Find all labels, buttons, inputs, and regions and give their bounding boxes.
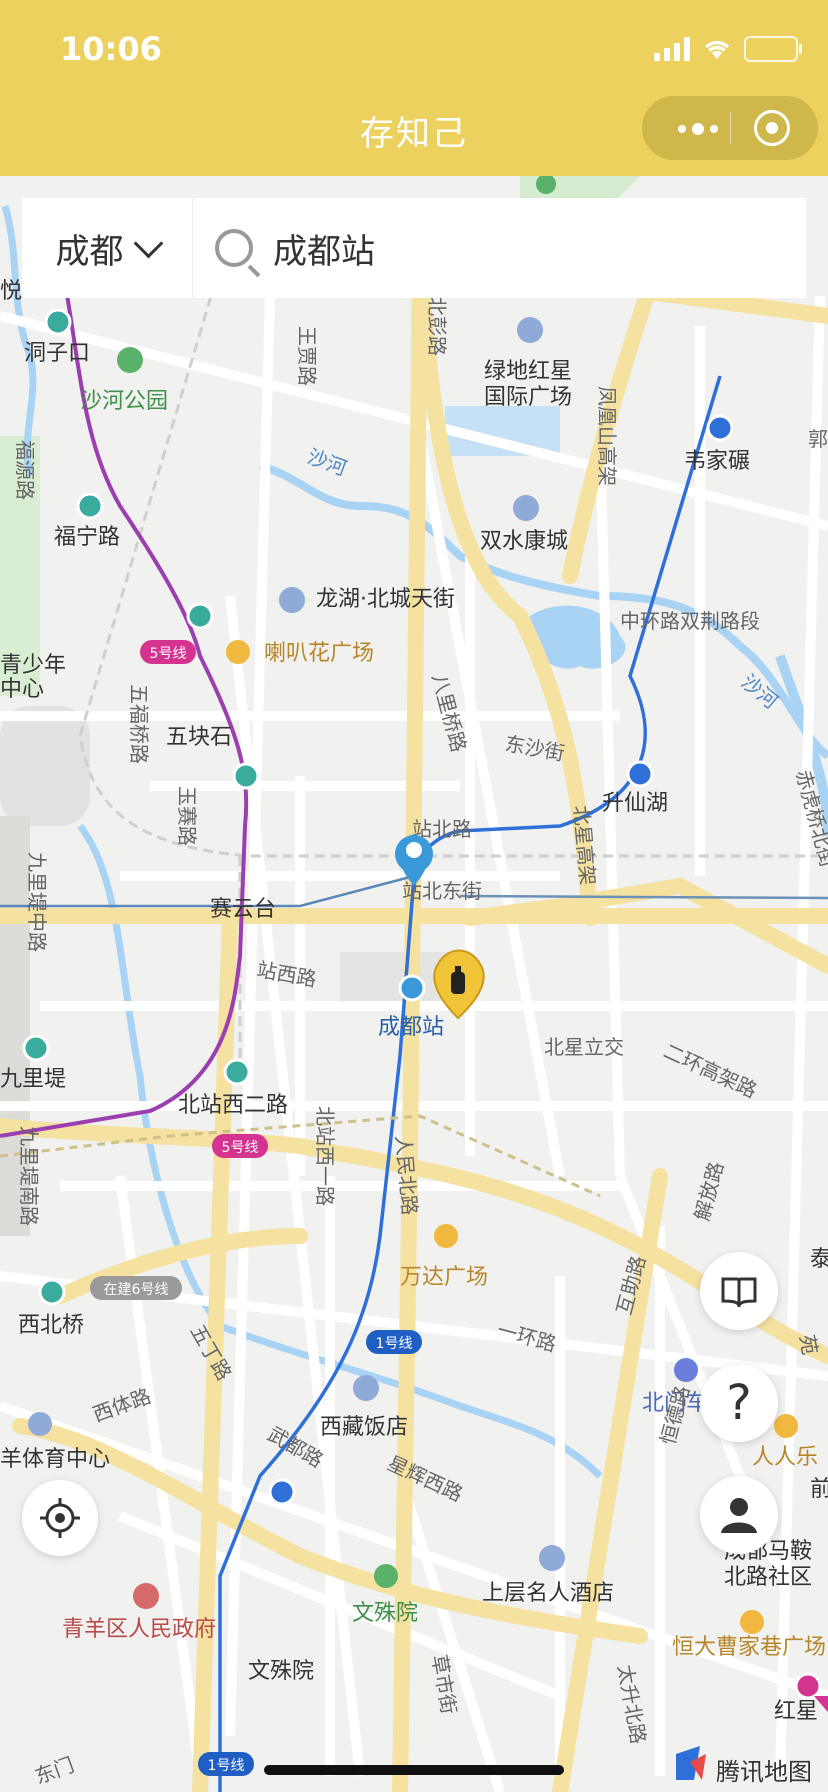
map-label: 五福桥路 [127,684,151,764]
map-label: 王贾路 [295,326,319,386]
capsule-divider [730,112,731,144]
search-bar: 成都 成都站 [22,198,806,298]
map-label: 青羊区人民政府 [62,1617,216,1642]
map-label: 苑 [795,1333,822,1357]
map-label: 洞子口 [24,341,90,366]
map-label: 北站西一路 [313,1106,337,1206]
map-label: 万达广场 [400,1265,488,1290]
map-label: 五块石 [166,725,232,750]
map-label: 文殊院 [248,1659,314,1684]
map-label: 九里堤南路 [17,1126,41,1226]
map-label: 中环路双荆路段 [620,609,760,633]
badge-1-bottom: 1号线 [208,1758,245,1774]
question-icon: ? [726,1375,752,1431]
badge-6: 在建6号线 [104,1282,169,1298]
status-time: 10:06 [60,30,162,68]
badge-5-bottom: 5号线 [222,1140,259,1156]
map-label: 北星立交 [544,1035,624,1059]
map-label: 泰 [810,1247,828,1272]
map-label: 升仙湖 [602,791,668,816]
manual-button[interactable] [700,1252,778,1330]
map-label: 西北桥 [18,1313,84,1338]
map-label: 文殊院 [352,1601,418,1626]
home-indicator[interactable] [264,1765,564,1775]
map-label-chengdu-station: 成都站 [378,1015,444,1040]
map-label: 红星 [774,1699,818,1724]
map-label: 郭 [808,427,828,451]
map-label: 九里堤中路 [25,852,49,952]
map-label: 悦 [0,279,22,304]
map-label: 绿地红星 [484,359,572,384]
map-label: 人人乐 [752,1445,818,1470]
map-label: 沙河公园 [80,389,168,414]
mini-program-capsule [642,96,818,160]
search-query: 成都站 [273,231,375,272]
map-label: 赛云台 [210,897,276,922]
map-label: 凤凰山高架 [595,386,619,486]
book-icon [721,1277,757,1307]
map-label: 前 [810,1477,828,1502]
badge-1-mid: 1号线 [376,1336,413,1352]
help-button[interactable]: ? [700,1364,778,1442]
search-input[interactable]: 成都站 [193,198,806,298]
nav-bar: 10:06 存知己 [0,0,828,176]
search-icon [215,229,253,267]
close-target-icon[interactable] [754,110,790,146]
map-label: 福宁路 [54,525,120,550]
badge-5-top: 5号线 [150,646,187,662]
locate-button[interactable] [22,1480,98,1556]
map-attribution: 腾讯地图 [716,1758,812,1786]
map-label: 玉赛路 [175,786,199,846]
city-label: 成都 [55,231,124,272]
map-label: 北路社区 [724,1565,812,1590]
map-label: 九里堤 [0,1067,66,1092]
battery-icon [744,36,802,62]
more-icon[interactable] [678,123,718,135]
map-label: 青少年 [0,653,66,678]
map-label: 羊体育中心 [0,1447,110,1472]
map-label: 恒大曹家巷广场 [672,1635,826,1660]
map-label: 龙湖·北城天街 [316,587,455,612]
map-label: 上层名人酒店 [482,1581,614,1606]
map-label: 韦家碾 [684,449,750,474]
status-icons [654,36,802,62]
map-label: 国际广场 [484,385,572,410]
map-label: 双水康城 [480,529,568,554]
user-button[interactable] [700,1476,778,1554]
city-selector[interactable]: 成都 [22,198,193,298]
map-label: 中心 [0,677,44,702]
map-label: 福源路 [13,440,37,500]
chevron-down-icon [133,228,163,258]
wifi-icon [704,40,730,59]
map-label: 喇叭花广场 [264,641,374,666]
signal-icon [654,37,690,61]
map-label: 北彭路 [425,296,449,356]
map-label: 西藏饭店 [320,1415,408,1440]
map-canvas: 5号线 5号线 在建6号线 1号线 1号线 洞子口 沙河公园 福源路 福宁路 青… [0,176,828,1792]
locate-icon [40,1498,80,1538]
map-view[interactable]: 5号线 5号线 在建6号线 1号线 1号线 洞子口 沙河公园 福源路 福宁路 青… [0,176,828,1792]
user-icon [721,1498,757,1533]
map-label: 北站西二路 [178,1093,288,1118]
